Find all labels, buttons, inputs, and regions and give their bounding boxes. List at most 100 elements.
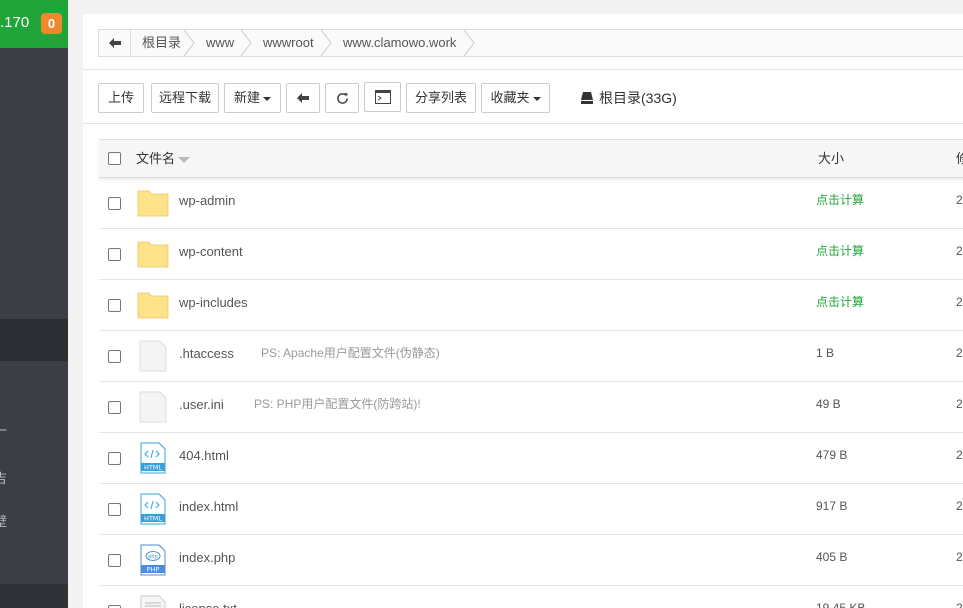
file-modified: 2 [956, 601, 963, 608]
file-name[interactable]: wp-includes [179, 280, 248, 330]
share-list-button[interactable]: 分享列表 [406, 83, 476, 113]
file-size: 405 B [816, 550, 848, 564]
file-name[interactable]: .user.ini [179, 382, 224, 432]
file-modified: 2 [956, 193, 963, 207]
table-row[interactable]: HTML 404.html 479 B 2 [99, 433, 963, 484]
breadcrumb-back-button[interactable] [99, 30, 131, 56]
column-header-name[interactable]: 文件名 [136, 140, 191, 178]
refresh-button[interactable] [325, 83, 359, 113]
breadcrumb-item[interactable]: 根目录 [142, 30, 181, 56]
file-name[interactable]: .htaccess [179, 331, 234, 381]
file-modified: 2 [956, 346, 963, 360]
sidebar-footer [0, 584, 68, 608]
back-button[interactable] [286, 83, 320, 113]
notification-badge[interactable]: 0 [41, 13, 62, 34]
table-row[interactable]: wp-admin 点击计算 2 [99, 178, 963, 229]
server-ip: .170 [0, 14, 30, 31]
svg-text:HTML: HTML [144, 464, 162, 472]
file-name[interactable]: license.txt [179, 586, 237, 608]
file-icon [139, 391, 167, 423]
html-file-icon: HTML [140, 442, 166, 474]
sidebar-item-label[interactable]: 壁 [0, 511, 7, 530]
sidebar-item-active[interactable] [0, 319, 68, 361]
chevron-right-icon [320, 30, 332, 56]
sidebar-item-label[interactable]: 一 [0, 420, 7, 439]
file-modified: 2 [956, 550, 963, 564]
breadcrumb-item[interactable]: wwwroot [263, 30, 314, 56]
table-header: 文件名 大小 修 [99, 139, 963, 178]
table-row[interactable]: php PHP index.php 405 B 2 [99, 535, 963, 586]
row-checkbox[interactable] [108, 248, 121, 261]
arrow-left-icon [297, 93, 309, 103]
row-checkbox[interactable] [108, 299, 121, 312]
sort-down-icon [178, 156, 191, 163]
file-note: PS: Apache用户配置文件(伪静态) [261, 346, 440, 360]
file-size: 479 B [816, 448, 848, 462]
terminal-icon [374, 90, 391, 104]
file-modified: 2 [956, 448, 963, 462]
row-checkbox[interactable] [108, 350, 121, 363]
calculate-size-link[interactable]: 点击计算 [816, 178, 864, 228]
table-row[interactable]: wp-includes 点击计算 2 [99, 280, 963, 331]
select-all-checkbox[interactable] [108, 152, 121, 165]
row-checkbox[interactable] [108, 554, 121, 567]
calculate-size-link[interactable]: 点击计算 [816, 280, 864, 330]
svg-text:PHP: PHP [147, 566, 160, 574]
file-name[interactable]: wp-admin [179, 178, 235, 228]
column-header-size[interactable]: 大小 [818, 140, 844, 178]
table-row[interactable]: .htaccess PS: Apache用户配置文件(伪静态) 1 B 2 [99, 331, 963, 382]
html-file-icon: HTML [140, 493, 166, 525]
file-icon [139, 340, 167, 372]
row-checkbox[interactable] [108, 401, 121, 414]
file-modified: 2 [956, 499, 963, 513]
column-header-name-label: 文件名 [136, 151, 176, 166]
php-file-icon: php PHP [140, 544, 166, 576]
text-file-icon [140, 595, 166, 608]
table-row[interactable]: wp-content 点击计算 2 [99, 229, 963, 280]
file-modified: 2 [956, 244, 963, 258]
breadcrumb-item[interactable]: www.clamowo.work [343, 30, 456, 56]
folder-icon [137, 241, 169, 268]
disk-label: 根目录(33G) [599, 90, 677, 106]
caret-down-icon [532, 96, 541, 101]
file-size: 1 B [816, 346, 835, 360]
file-name[interactable]: wp-content [179, 229, 243, 279]
file-manager-panel: 根目录 www wwwroot www.clamowo.work 上传 远程下载… [83, 14, 963, 608]
file-modified: 2 [956, 397, 963, 411]
file-size: 917 B [816, 499, 848, 513]
divider [83, 123, 963, 124]
arrow-left-icon [108, 38, 121, 48]
row-checkbox[interactable] [108, 452, 121, 465]
chevron-right-icon [463, 30, 475, 56]
refresh-icon [336, 92, 348, 104]
column-header-modified[interactable]: 修 [956, 140, 963, 178]
breadcrumb-item[interactable]: www [206, 30, 234, 56]
sidebar-header: .170 0 [0, 0, 68, 48]
file-name[interactable]: index.html [179, 484, 238, 534]
file-name[interactable]: 404.html [179, 433, 229, 483]
table-row[interactable]: HTML index.html 917 B 2 [99, 484, 963, 535]
svg-text:HTML: HTML [144, 515, 162, 523]
row-checkbox[interactable] [108, 503, 121, 516]
breadcrumb: 根目录 www wwwroot www.clamowo.work [98, 29, 963, 57]
file-modified: 2 [956, 295, 963, 309]
disk-selector[interactable]: 根目录(33G) [580, 88, 677, 108]
terminal-button[interactable] [364, 82, 401, 112]
chevron-right-icon [183, 30, 195, 56]
sidebar-item-label[interactable]: 吉 [0, 468, 7, 487]
table-row[interactable]: .user.ini PS: PHP用户配置文件(防跨站)! 49 B 2 [99, 382, 963, 433]
file-size: 49 B [816, 397, 841, 411]
hdd-icon [581, 92, 593, 104]
calculate-size-link[interactable]: 点击计算 [816, 229, 864, 279]
file-name[interactable]: index.php [179, 535, 235, 585]
remote-download-button[interactable]: 远程下载 [151, 83, 219, 113]
caret-down-icon [263, 96, 271, 101]
row-checkbox[interactable] [108, 197, 121, 210]
sidebar: .170 0 一 吉 壁 [0, 0, 68, 608]
folder-icon [137, 190, 169, 217]
new-dropdown-button[interactable]: 新建 [224, 83, 281, 113]
file-note: PS: PHP用户配置文件(防跨站)! [254, 397, 421, 411]
table-row[interactable]: license.txt 19.45 KB 2 [99, 586, 963, 608]
favorites-dropdown-button[interactable]: 收藏夹 [481, 83, 550, 113]
upload-button[interactable]: 上传 [98, 83, 144, 113]
